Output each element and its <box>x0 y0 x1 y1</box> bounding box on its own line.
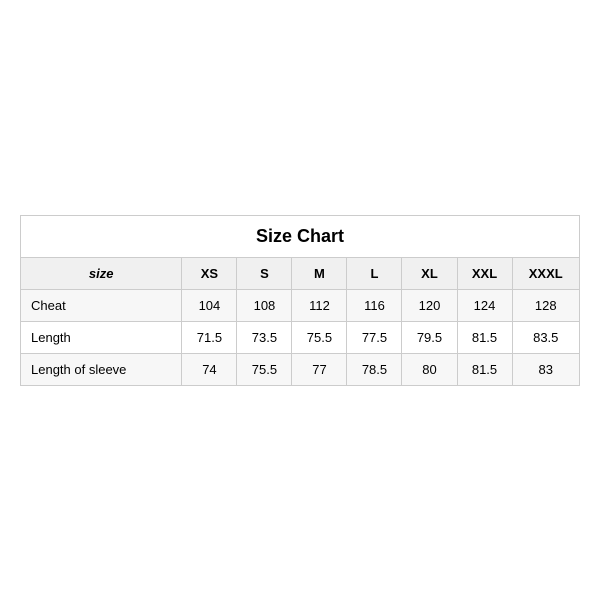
cell-value: 83.5 <box>512 321 579 353</box>
column-header: size <box>21 257 182 289</box>
column-header: M <box>292 257 347 289</box>
table-row: Cheat104108112116120124128 <box>21 289 580 321</box>
table-row: Length71.573.575.577.579.581.583.5 <box>21 321 580 353</box>
column-header: XL <box>402 257 457 289</box>
cell-value: 80 <box>402 353 457 385</box>
row-label: Length <box>21 321 182 353</box>
cell-value: 81.5 <box>457 321 512 353</box>
cell-value: 71.5 <box>182 321 237 353</box>
cell-value: 77 <box>292 353 347 385</box>
row-label: Cheat <box>21 289 182 321</box>
cell-value: 104 <box>182 289 237 321</box>
size-chart-table: Size Chart sizeXSSMLXLXXLXXXL Cheat10410… <box>20 215 580 386</box>
column-header: XS <box>182 257 237 289</box>
column-header: L <box>347 257 402 289</box>
cell-value: 124 <box>457 289 512 321</box>
column-header: S <box>237 257 292 289</box>
column-header: XXL <box>457 257 512 289</box>
cell-value: 79.5 <box>402 321 457 353</box>
table-row: Length of sleeve7475.57778.58081.583 <box>21 353 580 385</box>
cell-value: 73.5 <box>237 321 292 353</box>
cell-value: 128 <box>512 289 579 321</box>
cell-value: 108 <box>237 289 292 321</box>
size-chart-container: Size Chart sizeXSSMLXLXXLXXXL Cheat10410… <box>20 215 580 386</box>
cell-value: 81.5 <box>457 353 512 385</box>
cell-value: 77.5 <box>347 321 402 353</box>
row-label: Length of sleeve <box>21 353 182 385</box>
header-row: sizeXSSMLXLXXLXXXL <box>21 257 580 289</box>
chart-title: Size Chart <box>21 215 580 257</box>
column-header: XXXL <box>512 257 579 289</box>
cell-value: 75.5 <box>292 321 347 353</box>
cell-value: 78.5 <box>347 353 402 385</box>
cell-value: 112 <box>292 289 347 321</box>
cell-value: 120 <box>402 289 457 321</box>
cell-value: 75.5 <box>237 353 292 385</box>
cell-value: 83 <box>512 353 579 385</box>
cell-value: 116 <box>347 289 402 321</box>
title-row: Size Chart <box>21 215 580 257</box>
cell-value: 74 <box>182 353 237 385</box>
